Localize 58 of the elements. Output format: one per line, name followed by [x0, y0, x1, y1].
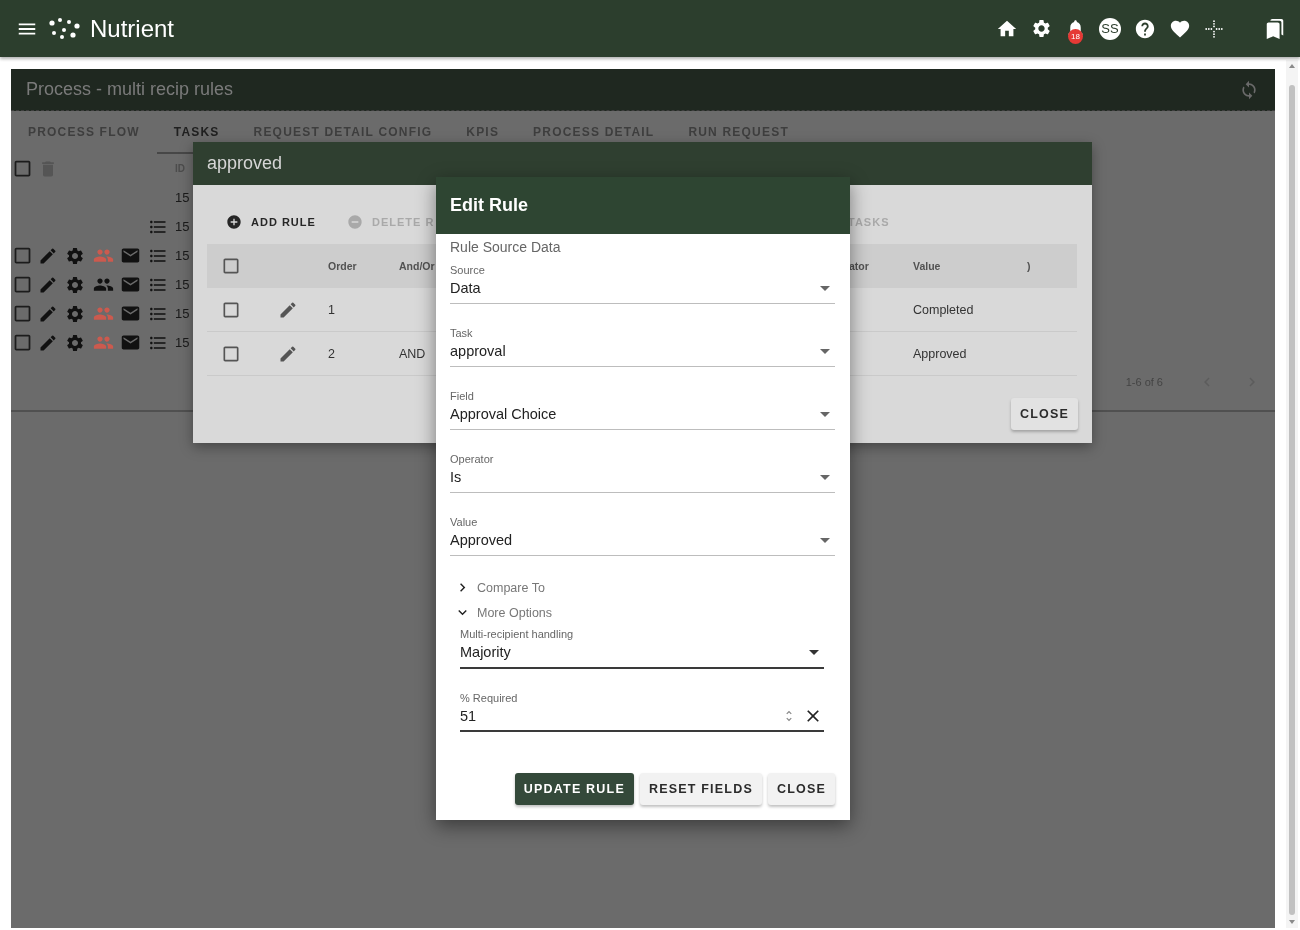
dialog-title: Edit Rule: [436, 177, 850, 234]
table-cell: 15: [175, 277, 190, 292]
select-field[interactable]: Value Approved: [450, 516, 835, 556]
dropdown-caret-icon: [809, 649, 819, 655]
dropdown-caret-icon: [820, 285, 830, 291]
checkbox[interactable]: [12, 303, 33, 324]
help-icon[interactable]: [1134, 17, 1156, 40]
dropdown-caret-icon: [820, 474, 830, 480]
expander[interactable]: More Options: [450, 600, 553, 625]
expander[interactable]: Compare To: [450, 575, 545, 600]
dropdown-caret-icon: [820, 348, 830, 354]
table-cell: Approved: [906, 332, 1020, 376]
logo-icon: [48, 16, 82, 41]
table-cell: 15: [175, 190, 190, 205]
pencil-icon[interactable]: [278, 299, 298, 320]
number-field[interactable]: % Required 51: [460, 692, 824, 732]
table-cell: 2: [321, 332, 392, 376]
checkbox[interactable]: [12, 245, 33, 266]
process-title: Process - multi recip rules: [26, 79, 234, 100]
pencil-icon[interactable]: [278, 343, 298, 364]
crosshair-icon[interactable]: [1204, 18, 1224, 39]
table-cell: 15: [175, 248, 190, 263]
dialog-button[interactable]: RESET FIELDS: [639, 773, 762, 805]
table-cell: 15: [175, 219, 190, 234]
table-cell: 15: [175, 306, 190, 321]
refresh-icon[interactable]: [1239, 79, 1259, 100]
select-field[interactable]: Field Approval Choice: [450, 390, 835, 430]
table-cell: 15: [175, 335, 190, 350]
bookmarks-icon[interactable]: [1264, 17, 1286, 40]
dialog-button[interactable]: UPDATE RULE: [514, 773, 634, 805]
select-field[interactable]: Multi-recipient handling Majority: [460, 628, 824, 669]
checkbox[interactable]: [12, 332, 33, 353]
gear-icon[interactable]: [65, 303, 85, 324]
brand-name: Nutrient: [90, 14, 175, 43]
gear-icon[interactable]: [65, 274, 85, 295]
settings-icon[interactable]: [1031, 18, 1052, 39]
notification-badge: 18: [1068, 29, 1083, 44]
dialog-title: approved: [193, 142, 1092, 185]
table-cell: Completed: [906, 288, 1020, 332]
dropdown-caret-icon: [820, 411, 830, 417]
checkbox[interactable]: [12, 158, 33, 179]
scrollbar[interactable]: [1286, 60, 1298, 928]
select-field[interactable]: Operator Is: [450, 453, 835, 493]
gear-icon[interactable]: [65, 332, 85, 353]
select-field[interactable]: Source Data: [450, 264, 835, 304]
column-header: Order: [321, 244, 392, 288]
table-cell: 1: [321, 288, 392, 332]
checkbox[interactable]: [12, 274, 33, 295]
user-avatar[interactable]: SS: [1099, 17, 1121, 40]
toolbar-button[interactable]: ADD RULE: [211, 206, 326, 238]
table-cell: AND: [399, 346, 426, 361]
column-header: ): [1020, 244, 1077, 288]
select-field[interactable]: Task approval: [450, 327, 835, 367]
gear-icon[interactable]: [65, 245, 85, 266]
close-button[interactable]: CLOSE: [1010, 398, 1078, 430]
dialog-button[interactable]: CLOSE: [767, 773, 835, 805]
dropdown-caret-icon: [820, 537, 830, 543]
column-header: Value: [906, 244, 1020, 288]
